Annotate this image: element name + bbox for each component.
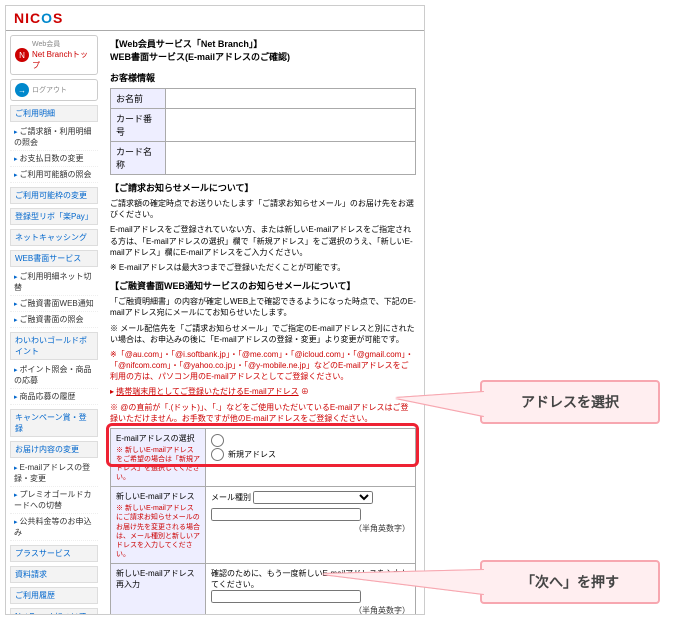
new-email-input[interactable]: [211, 508, 361, 521]
callout-select-address: アドレスを選択: [480, 380, 660, 424]
row2-label: 新しいE-mailアドレス: [116, 492, 195, 501]
sidebar-link[interactable]: ポイント照会・商品の応募: [10, 362, 98, 389]
sidebar-link[interactable]: E-mailアドレスの登録・変更: [10, 460, 98, 487]
sec1-heading: 【ご請求お知らせメールについて】: [110, 181, 416, 194]
card-icon: →: [15, 83, 29, 97]
domain-warning: ※「@au.com」・「@i.softbank.jp」・「@me.com」・「@…: [110, 349, 416, 383]
domain-link-row: ▸ 携帯端末用としてご登録いただけるE-mailアドレス ⊕: [110, 386, 416, 397]
row1-note: ※ 新しいE-mailアドレスをご希望の場合は「新規アドレス」を選択してください…: [116, 446, 200, 482]
sidebar-link[interactable]: お支払日数の変更: [10, 151, 98, 167]
value-cardname: [166, 142, 416, 175]
sec2-text1: 「ご融資明細書」の内容が確定しWEB上で確認できるようになった時点で、下記のE-…: [110, 296, 416, 318]
sec1-note: ※ E-mailアドレスは最大3つまでご登録いただくことが可能です。: [110, 262, 416, 273]
content-area: 【Web会員サービス「Net Branch」】 WEB書面サービス(E-mail…: [102, 31, 424, 615]
row1-label: E-mailアドレスの選択: [116, 434, 195, 443]
sidebar-section-title[interactable]: 資料請求: [10, 566, 98, 583]
label-cardname: カード名称: [111, 142, 166, 175]
callout-press-next: 「次へ」を押す: [480, 560, 660, 604]
row3-label-cell: 新しいE-mailアドレス再入力: [111, 563, 206, 615]
sidebar-section-title[interactable]: Net Branchについて: [10, 608, 98, 615]
sidebar-link[interactable]: ご利用明細ネット切替: [10, 269, 98, 296]
row2-label-cell: 新しいE-mailアドレス ※ 新しいE-mailアドレスにご請求お知らせメール…: [111, 487, 206, 564]
label-name: お名前: [111, 89, 166, 109]
sidebar-section-title[interactable]: プラスサービス: [10, 545, 98, 562]
callout-tail-icon: [322, 570, 484, 594]
row2-value-cell: メール種別 （半角英数字）: [206, 487, 416, 564]
callout-tail-icon: [396, 392, 484, 416]
sidebar-top-card[interactable]: NWeb会員Net Branchトップ: [10, 35, 98, 75]
row2-note: ※ 新しいE-mailアドレスにご請求お知らせメールのお届け先を変更される場合は…: [116, 504, 200, 559]
page-title-bracket: 【Web会員サービス「Net Branch」】: [110, 37, 416, 50]
sidebar-section-title[interactable]: WEB書面サービス: [10, 250, 98, 267]
sidebar-link[interactable]: ご利用可能額の照会: [10, 167, 98, 183]
sidebar-top-card[interactable]: →ログアウト: [10, 79, 98, 101]
sidebar: NWeb会員Net Branchトップ →ログアウト ご利用明細ご請求額・利用明細…: [6, 31, 102, 615]
row3-label: 新しいE-mailアドレス再入力: [116, 569, 195, 589]
sec1-text1: ご請求額の確定時点でお送りいたします「ご請求お知らせメール」のお届け先をお選びく…: [110, 198, 416, 220]
sidebar-link[interactable]: 公共料金等のお申込み: [10, 514, 98, 541]
dot-warning: ※ @の直前が「.(ドット)」、「.」などをご使用いただいているE-mailアド…: [110, 402, 416, 424]
value-name: [166, 89, 416, 109]
row1-value-cell: 新規アドレス: [206, 429, 416, 487]
row1-label-cell: E-mailアドレスの選択 ※ 新しいE-mailアドレスをご希望の場合は「新規…: [111, 429, 206, 487]
sec2-note: ※ メール配信先を「ご請求お知らせメール」でご指定のE-mailアドレスと別にさ…: [110, 323, 416, 345]
sidebar-section-title[interactable]: お届け内容の変更: [10, 441, 98, 458]
sidebar-section-title[interactable]: ネットキャッシング: [10, 229, 98, 246]
card-icon: N: [15, 48, 29, 62]
sidebar-section-title[interactable]: ご利用明細: [10, 105, 98, 122]
sidebar-section-title[interactable]: わいわいゴールドポイント: [10, 332, 98, 360]
customer-info-heading: お客様情報: [110, 71, 416, 84]
sidebar-section-title[interactable]: 登録型リボ「楽Pay」: [10, 208, 98, 225]
sidebar-link[interactable]: ご融資書面WEB通知: [10, 296, 98, 312]
page-title: WEB書面サービス(E-mailアドレスのご確認): [110, 50, 416, 63]
label-cardno: カード番号: [111, 109, 166, 142]
mail-kind-select[interactable]: [253, 491, 373, 504]
app-window: NICOS NWeb会員Net Branchトップ →ログアウト ご利用明細ご請求…: [5, 5, 425, 615]
customer-info-table: お名前 カード番号 カード名称: [110, 88, 416, 175]
radio-new-input[interactable]: [211, 448, 224, 461]
radio-existing-input[interactable]: [211, 434, 224, 447]
header: NICOS: [6, 6, 424, 31]
sidebar-section-title[interactable]: ご利用可能枠の変更: [10, 187, 98, 204]
sidebar-link[interactable]: ご融資書面の照会: [10, 312, 98, 328]
value-cardno: [166, 109, 416, 142]
sidebar-section-title[interactable]: ご利用履歴: [10, 587, 98, 604]
sidebar-section-title[interactable]: キャンペーン賞・登録: [10, 409, 98, 437]
sec2-heading: 【ご融資書面WEB通知サービスのお知らせメールについて】: [110, 279, 416, 292]
brand-logo: NICOS: [14, 10, 63, 26]
charnote-2: （半角英数字）: [211, 605, 410, 615]
mail-kind-label: メール種別: [211, 493, 251, 502]
mobile-email-link[interactable]: 携帯端末用としてご登録いただけるE-mailアドレス: [116, 387, 298, 396]
charnote-1: （半角英数字）: [211, 523, 410, 534]
sidebar-link[interactable]: ご請求額・利用明細の照会: [10, 124, 98, 151]
sidebar-link[interactable]: 商品応募の履歴: [10, 389, 98, 405]
radio-existing[interactable]: [211, 434, 410, 447]
sidebar-link[interactable]: プレミオゴールドカードへの切替: [10, 487, 98, 514]
sec1-text2: E-mailアドレスをご登録されていない方、または新しいE-mailアドレスをご…: [110, 224, 416, 258]
radio-new[interactable]: 新規アドレス: [211, 448, 410, 461]
